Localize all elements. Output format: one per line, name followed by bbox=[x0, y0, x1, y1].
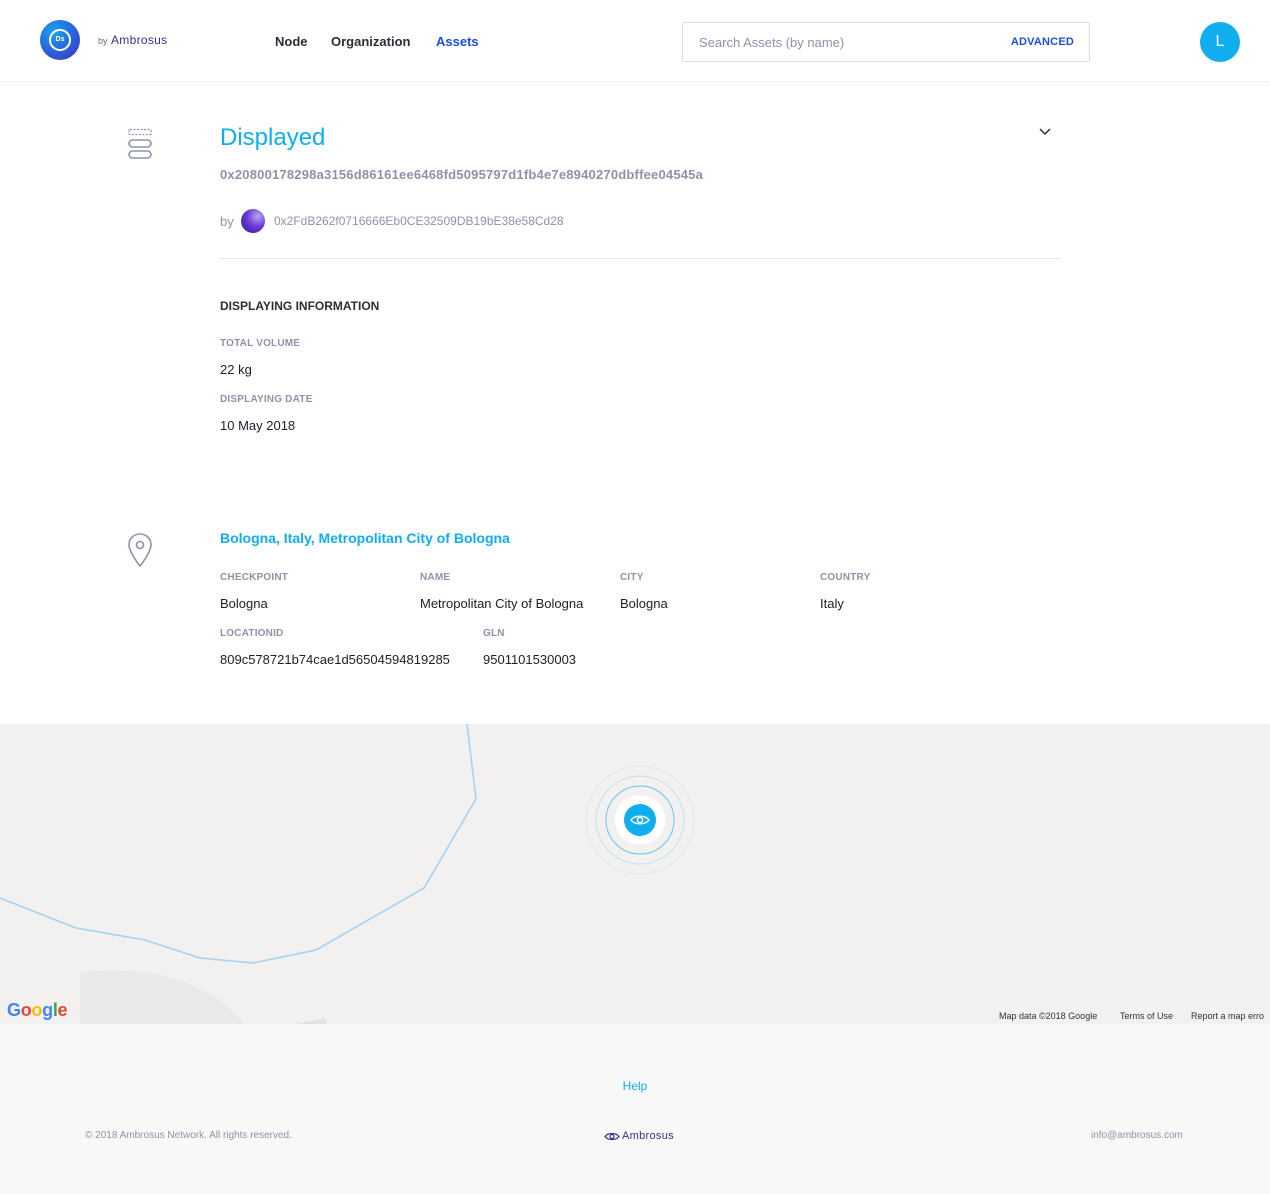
ambrosus-brand: Ambrosus bbox=[111, 33, 168, 47]
page-footer: Help © 2018 Ambrosus Network. All rights… bbox=[0, 1024, 1270, 1194]
field-label-city: CITY bbox=[620, 572, 644, 583]
author-address[interactable]: 0x2FdB262f0716666Eb0CE32509DB19bE38e58Cd… bbox=[274, 214, 564, 228]
google-logo[interactable]: Google bbox=[7, 1000, 68, 1021]
terms-of-use-link[interactable]: Terms of Use bbox=[1120, 1011, 1173, 1021]
event-stack-icon bbox=[128, 128, 152, 159]
field-label-gln: GLN bbox=[483, 628, 505, 639]
field-value-checkpoint: Bologna bbox=[220, 596, 268, 611]
field-label-checkpoint: CHECKPOINT bbox=[220, 572, 289, 583]
logo-by-label: by bbox=[98, 36, 108, 46]
field-label-name: NAME bbox=[420, 572, 451, 583]
by-label: by bbox=[220, 214, 234, 229]
report-map-error-link[interactable]: Report a map erro bbox=[1191, 1011, 1264, 1021]
author-avatar bbox=[241, 209, 265, 233]
field-value-city: Bologna bbox=[620, 596, 668, 611]
search-box: ADVANCED bbox=[682, 22, 1090, 62]
nav-assets[interactable]: Assets bbox=[436, 34, 479, 49]
logo-text: Ds bbox=[55, 36, 65, 43]
search-input[interactable] bbox=[699, 23, 999, 61]
map-data-credit: Map data ©2018 Google bbox=[999, 1011, 1098, 1021]
map-pin-icon bbox=[128, 533, 152, 568]
map-canvas bbox=[0, 724, 695, 1024]
field-value-name: Metropolitan City of Bologna bbox=[420, 596, 584, 611]
nav-node[interactable]: Node bbox=[275, 34, 308, 49]
field-value-country: Italy bbox=[820, 596, 844, 611]
field-value-displaying-date: 10 May 2018 bbox=[220, 418, 296, 433]
event-hash: 0x20800178298a3156d86161ee6468fd5095797d… bbox=[220, 167, 704, 182]
help-link[interactable]: Help bbox=[0, 1079, 1270, 1093]
nav-organization[interactable]: Organization bbox=[331, 34, 410, 49]
chevron-down-icon[interactable] bbox=[1038, 126, 1052, 138]
field-value-gln: 9501101530003 bbox=[483, 652, 577, 667]
field-label-locationid: LOCATIONID bbox=[220, 628, 284, 639]
location-title[interactable]: Bologna, Italy, Metropolitan City of Bol… bbox=[220, 530, 510, 546]
divider bbox=[220, 258, 1060, 259]
user-avatar[interactable]: L bbox=[1200, 22, 1240, 62]
app-logo[interactable]: Ds bbox=[40, 20, 80, 60]
field-label-country: COUNTRY bbox=[820, 572, 871, 583]
footer-brand: Ambrosus bbox=[622, 1130, 674, 1142]
top-header: Ds by Ambrosus Node Organization Assets … bbox=[0, 0, 1270, 82]
eye-icon[interactable] bbox=[630, 813, 650, 827]
event-title: Displayed bbox=[220, 124, 326, 151]
contact-email-link[interactable]: info@ambrosus.com bbox=[1091, 1130, 1183, 1141]
field-value-total-volume: 22 kg bbox=[220, 362, 252, 377]
footer-logo[interactable]: Ambrosus bbox=[604, 1130, 684, 1144]
ambrosus-eye-icon bbox=[604, 1132, 620, 1141]
logo-ring: Ds bbox=[49, 29, 71, 51]
map-view[interactable]: Google Map data ©2018 Google Terms of Us… bbox=[0, 724, 1270, 1024]
field-label-total-volume: TOTAL VOLUME bbox=[220, 338, 301, 349]
field-value-locationid: 809c578721b74cae1d56504594819285 bbox=[220, 652, 450, 667]
advanced-search-button[interactable]: ADVANCED bbox=[1011, 36, 1074, 48]
field-label-displaying-date: DISPLAYING DATE bbox=[220, 394, 313, 405]
copyright-text: © 2018 Ambrosus Network. All rights rese… bbox=[85, 1130, 292, 1141]
section-title: DISPLAYING INFORMATION bbox=[220, 299, 380, 313]
